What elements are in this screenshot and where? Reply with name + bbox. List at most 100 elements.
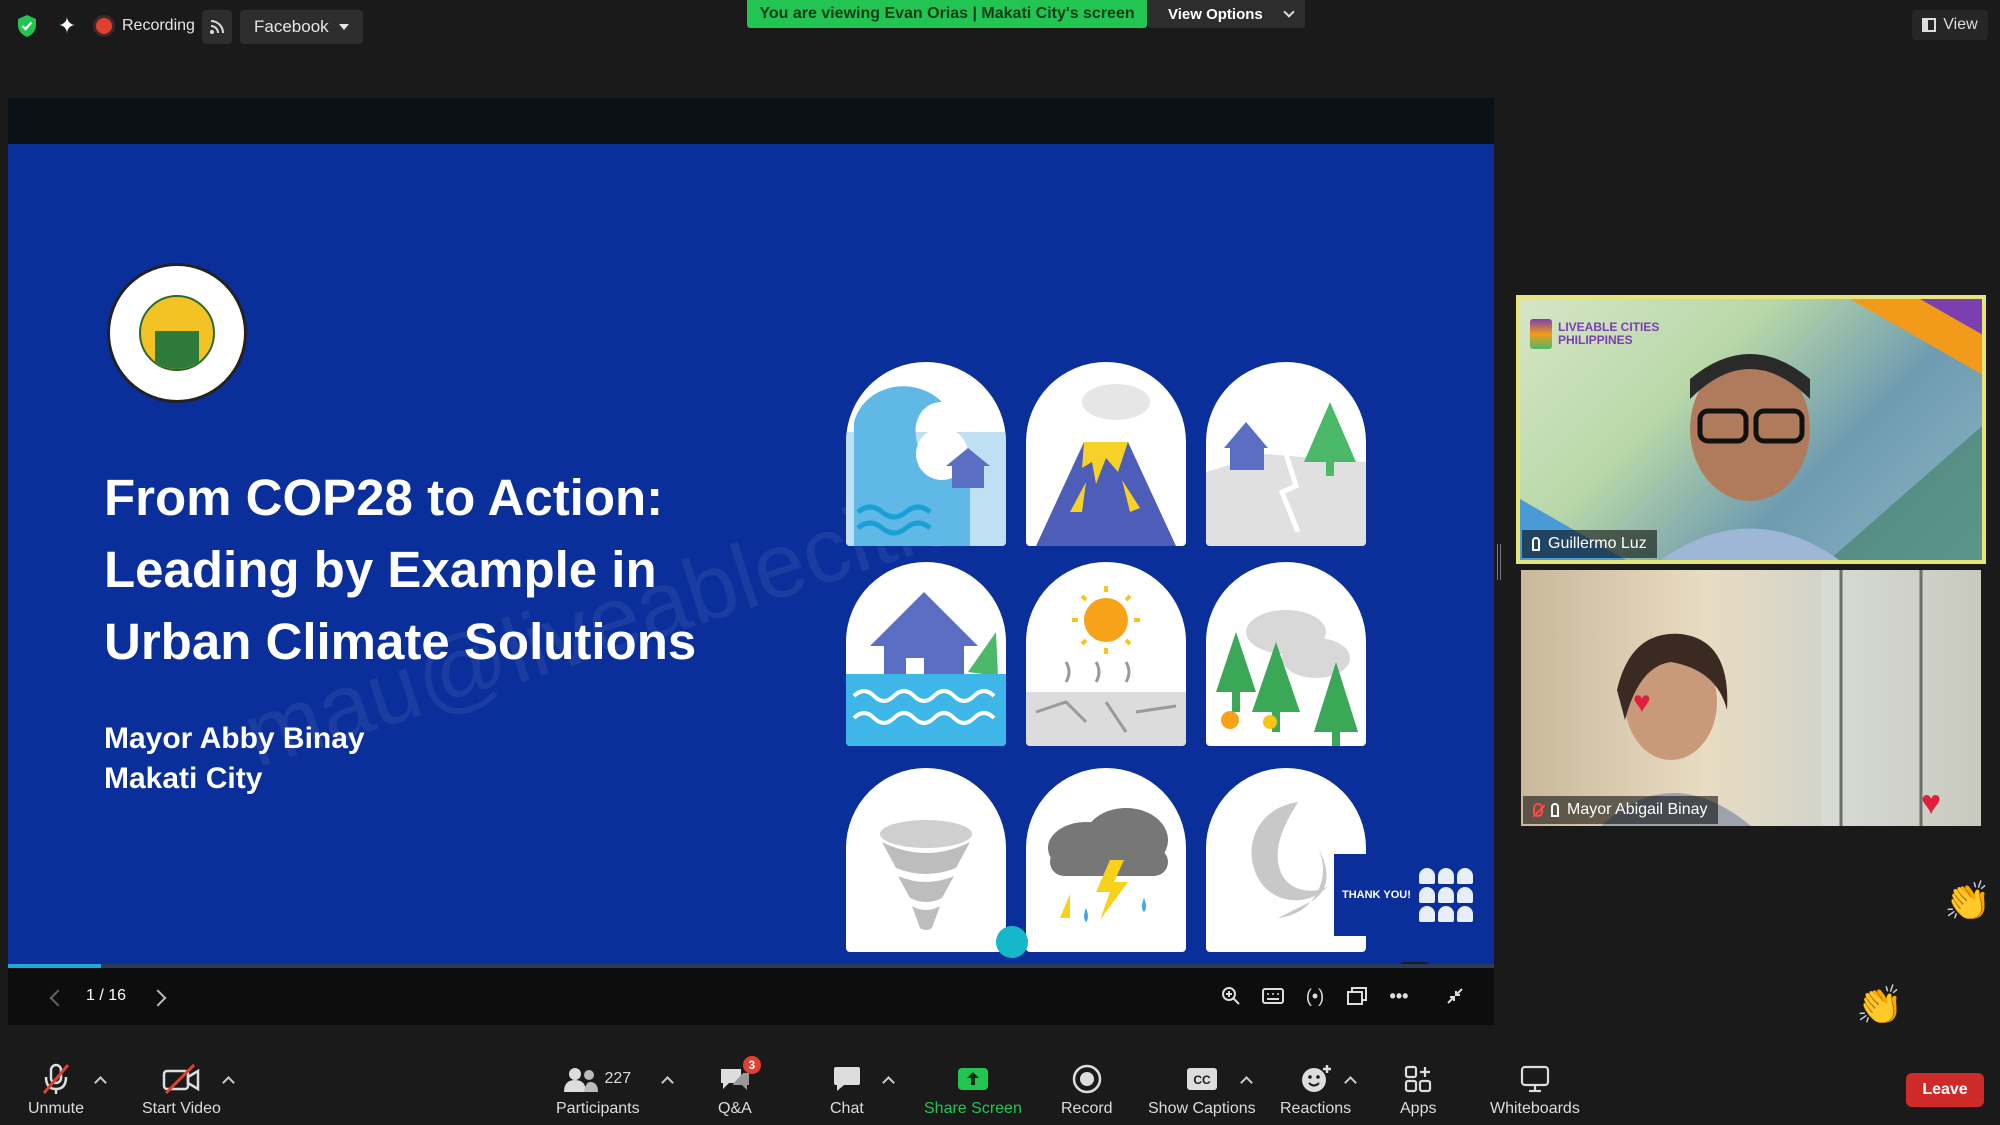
apps-label: Apps bbox=[1400, 1100, 1437, 1117]
record-button[interactable]: Record bbox=[1061, 1062, 1113, 1118]
reactions-button[interactable]: Reactions bbox=[1280, 1062, 1351, 1118]
liveable-cities-logo: LIVEABLE CITIES PHILIPPINES bbox=[1530, 319, 1688, 349]
view-button[interactable]: View bbox=[1912, 10, 1988, 40]
slide-title-line: Urban Climate Solutions bbox=[104, 613, 697, 670]
unmute-label: Unmute bbox=[28, 1100, 85, 1117]
more-options-icon[interactable]: ••• bbox=[1386, 984, 1412, 1008]
qa-icon: 3 bbox=[719, 1056, 761, 1096]
tornado-icon bbox=[846, 768, 1006, 952]
zoom-meeting-window: ✦ Recording Facebook You are viewing Eva… bbox=[0, 0, 2000, 1125]
mic-muted-icon bbox=[41, 1062, 71, 1096]
meeting-toolbar: Unmute Start Video 227 Participants 3 Q&… bbox=[0, 1038, 2000, 1125]
whiteboards-label: Whiteboards bbox=[1490, 1100, 1580, 1117]
share-screen-label: Share Screen bbox=[924, 1100, 1022, 1117]
keyboard-icon[interactable] bbox=[1260, 984, 1286, 1008]
security-shield-icon[interactable] bbox=[12, 11, 42, 41]
show-captions-label: Show Captions bbox=[1148, 1100, 1256, 1117]
window-icon[interactable] bbox=[1344, 984, 1370, 1008]
slide-controls: 1 / 16 (•) ••• bbox=[8, 968, 1494, 1025]
record-label: Record bbox=[1061, 1100, 1113, 1117]
previous-slide-icon[interactable] bbox=[49, 989, 67, 1007]
heart-reaction-icon: ♥ bbox=[1921, 784, 1942, 822]
recording-label: Recording bbox=[122, 17, 195, 34]
unmute-button[interactable]: Unmute bbox=[28, 1062, 84, 1118]
heart-reaction-icon: ♥ bbox=[1633, 686, 1651, 719]
participant-name: Mayor Abigail Binay bbox=[1567, 801, 1708, 818]
pin-icon bbox=[1532, 537, 1540, 551]
pin-icon bbox=[1551, 803, 1559, 817]
participants-icon bbox=[564, 1068, 599, 1092]
shared-screen: mau@liveablecities From COP28 to Action:… bbox=[8, 98, 1494, 1025]
liveable-cities-brand-text: LIVEABLE CITIES PHILIPPINES bbox=[1558, 320, 1660, 347]
clapping-hands-reaction-icon: 👏 bbox=[1944, 881, 1992, 923]
drought-icon bbox=[1026, 562, 1186, 746]
start-video-button[interactable]: Start Video bbox=[142, 1062, 221, 1118]
participant-video-guillermo-luz[interactable]: LIVEABLE CITIES PHILIPPINES Guillermo Lu… bbox=[1516, 295, 1986, 564]
wildfire-icon bbox=[1206, 562, 1366, 746]
record-icon bbox=[1072, 1062, 1102, 1096]
slide-title-line: Leading by Example in bbox=[104, 541, 657, 598]
broadcast-icon[interactable]: (•) bbox=[1302, 984, 1328, 1008]
thumbnail-icon-grid bbox=[1418, 868, 1473, 922]
panel-resize-handle[interactable] bbox=[1497, 544, 1501, 580]
participants-options-chevron-icon[interactable] bbox=[661, 1076, 674, 1089]
qa-label: Q&A bbox=[718, 1100, 752, 1117]
earthquake-icon bbox=[1206, 362, 1366, 546]
smiley-plus-icon bbox=[1300, 1062, 1332, 1096]
livestream-icon[interactable] bbox=[202, 10, 232, 44]
zoom-in-icon[interactable] bbox=[1218, 984, 1244, 1008]
ai-companion-icon[interactable]: ✦ bbox=[52, 11, 82, 41]
start-video-label: Start Video bbox=[142, 1100, 221, 1117]
next-slide-icon[interactable] bbox=[149, 989, 167, 1007]
participant-name-tag: Mayor Abigail Binay bbox=[1523, 796, 1718, 824]
chat-icon bbox=[832, 1062, 862, 1096]
slide-title: From COP28 to Action: Leading by Example… bbox=[104, 462, 804, 678]
apps-button[interactable]: Apps bbox=[1400, 1062, 1436, 1118]
presentation-slide: mau@liveablecities From COP28 to Action:… bbox=[8, 144, 1494, 966]
top-bar: ✦ Recording Facebook You are viewing Eva… bbox=[0, 0, 2000, 56]
chat-options-chevron-icon[interactable] bbox=[882, 1076, 895, 1089]
makati-city-seal-logo bbox=[107, 263, 247, 403]
exit-fullscreen-icon[interactable] bbox=[1442, 984, 1468, 1008]
share-screen-icon bbox=[957, 1062, 989, 1096]
video-options-chevron-icon[interactable] bbox=[222, 1076, 235, 1089]
clapping-hands-reaction-icon: 👏 bbox=[1856, 985, 1904, 1027]
video-off-icon bbox=[162, 1062, 200, 1096]
livestream-platform-dropdown[interactable]: Facebook bbox=[240, 10, 363, 44]
reactions-label: Reactions bbox=[1280, 1100, 1352, 1117]
laser-pointer-dot bbox=[996, 926, 1028, 958]
slide-title-line: From COP28 to Action: bbox=[104, 469, 664, 526]
screen-share-banner: You are viewing Evan Orias | Makati City… bbox=[747, 0, 1147, 28]
apps-icon bbox=[1404, 1062, 1432, 1096]
closed-captions-icon: CC bbox=[1186, 1062, 1218, 1096]
chat-button[interactable]: Chat bbox=[830, 1062, 864, 1118]
caret-down-icon bbox=[338, 24, 349, 30]
slide-speaker: Mayor Abby Binay Makati City bbox=[104, 719, 365, 799]
leave-button[interactable]: Leave bbox=[1906, 1073, 1984, 1107]
view-options-button[interactable]: View Options bbox=[1148, 0, 1305, 28]
view-label: View bbox=[1943, 16, 1978, 33]
speaker-org: Makati City bbox=[104, 762, 263, 795]
view-options-label: View Options bbox=[1168, 5, 1263, 23]
show-captions-button[interactable]: CC Show Captions bbox=[1148, 1062, 1256, 1118]
recording-indicator[interactable]: Recording bbox=[96, 12, 195, 40]
participant-video-mayor-abigail-binay[interactable]: ♥ ♥ Mayor Abigail Binay bbox=[1521, 570, 1981, 826]
participant-count: 227 bbox=[604, 1070, 632, 1087]
participant-name-tag: Guillermo Luz bbox=[1522, 530, 1657, 558]
volcano-icon bbox=[1026, 362, 1186, 546]
thunderstorm-icon bbox=[1026, 768, 1186, 952]
flood-icon bbox=[846, 562, 1006, 746]
next-slide-thumbnail[interactable]: THANK YOU! bbox=[1334, 854, 1494, 936]
whiteboard-icon bbox=[1520, 1062, 1550, 1096]
thumbnail-text: THANK YOU! bbox=[1342, 889, 1411, 901]
whiteboards-button[interactable]: Whiteboards bbox=[1490, 1062, 1580, 1118]
audio-options-chevron-icon[interactable] bbox=[94, 1076, 107, 1089]
qa-button[interactable]: 3 Q&A bbox=[718, 1056, 761, 1118]
shared-screen-header bbox=[8, 98, 1494, 144]
recording-dot-icon bbox=[96, 18, 112, 34]
layout-icon bbox=[1922, 18, 1937, 32]
chat-label: Chat bbox=[830, 1100, 864, 1117]
share-screen-button[interactable]: Share Screen bbox=[924, 1062, 1022, 1118]
slide-page-indicator: 1 / 16 bbox=[86, 987, 127, 1004]
participants-button[interactable]: 227 Participants bbox=[556, 1062, 640, 1118]
